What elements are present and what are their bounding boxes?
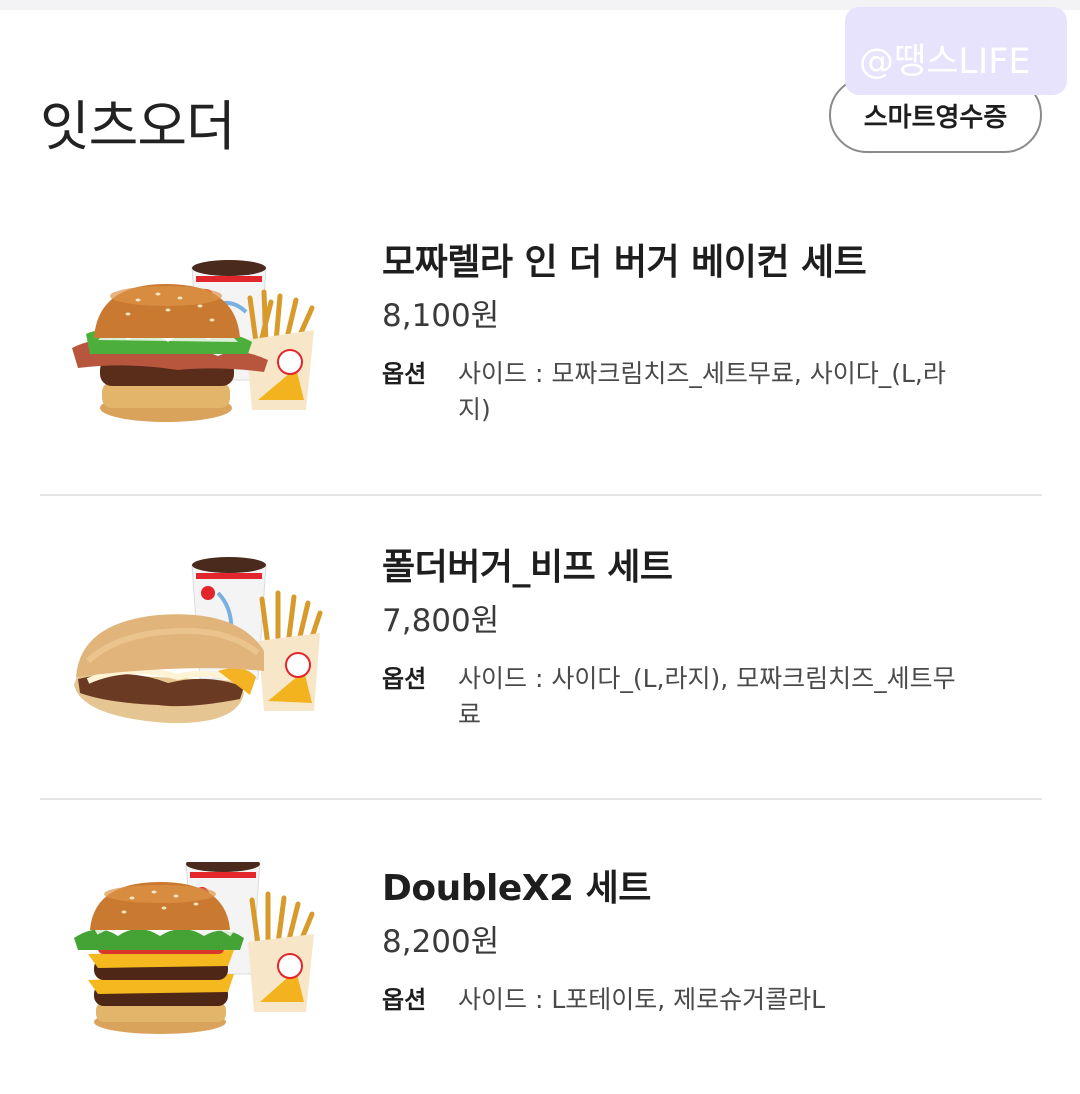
option-text: 사이드 : 사이다_(L,라지), 모짜크림치즈_세트무료: [458, 664, 956, 729]
item-price: 7,800원: [382, 603, 500, 639]
folder-burger-set-image: [74, 557, 323, 724]
option-label: 옵션: [382, 665, 427, 693]
order-item[interactable]: 폴더버거_비프 세트 7,800원 옵션 사이드 : 사이다_(L,라지), 모…: [40, 545, 1042, 755]
item-name: 모짜렐라 인 더 버거 베이컨 세트: [382, 242, 867, 283]
option-row: 옵션 사이드 : 모짜크림치즈_세트무료, 사이다_(L,라지): [382, 356, 982, 428]
order-item[interactable]: DoubleX2 세트 8,200원 옵션 사이드 : L포테이토, 제로슈거콜…: [40, 862, 1042, 1066]
item-name: 폴더버거_비프 세트: [382, 547, 673, 588]
item-price: 8,200원: [382, 924, 500, 960]
option-row: 옵션 사이드 : L포테이토, 제로슈거콜라L: [382, 982, 982, 1018]
divider: [40, 798, 1042, 800]
option-label: 옵션: [382, 360, 427, 388]
page-title: 잇츠오더: [40, 95, 236, 158]
option-text: 사이드 : 모짜크림치즈_세트무료, 사이다_(L,라지): [458, 359, 946, 424]
item-name: DoubleX2 세트: [382, 868, 651, 909]
order-item[interactable]: 모짜렐라 인 더 버거 베이컨 세트 8,100원 옵션 사이드 : 모짜크림치…: [40, 240, 1042, 450]
double-burger-set-image: [74, 862, 315, 1034]
watermark: @땡스LIFE: [845, 7, 1067, 95]
item-price: 8,100원: [382, 298, 500, 334]
option-text: 사이드 : L포테이토, 제로슈거콜라L: [458, 985, 826, 1014]
option-label: 옵션: [382, 986, 427, 1014]
option-row: 옵션 사이드 : 사이다_(L,라지), 모짜크림치즈_세트무료: [382, 661, 982, 733]
divider: [40, 494, 1042, 496]
burger-set-image: [72, 260, 315, 422]
